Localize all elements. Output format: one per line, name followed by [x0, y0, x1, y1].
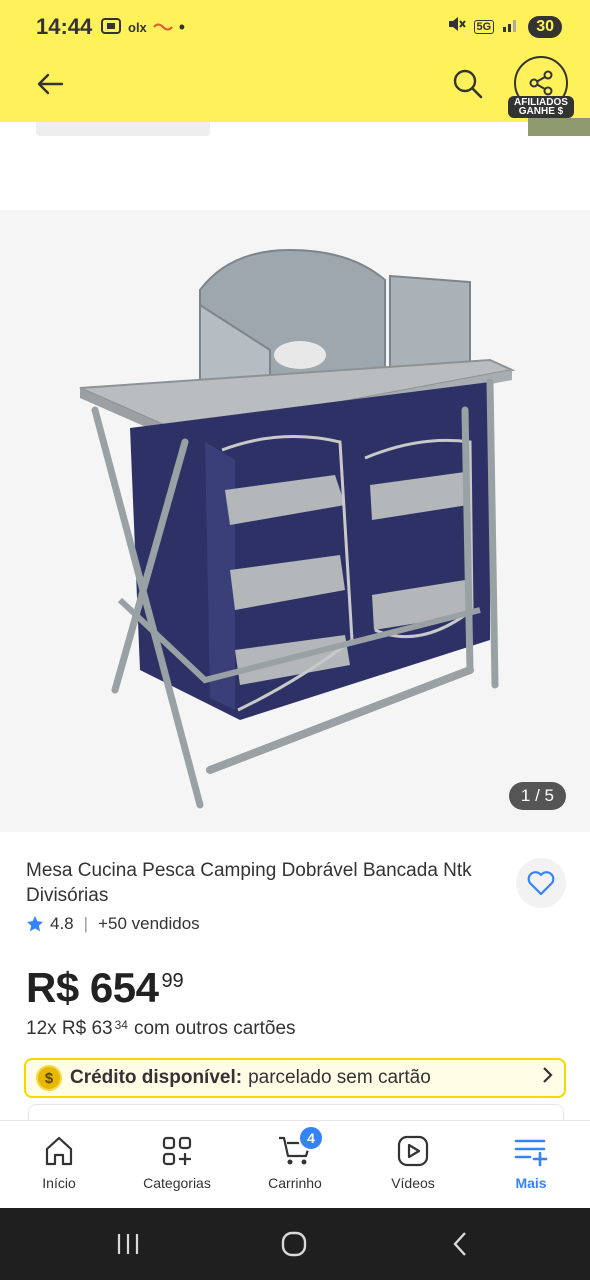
previous-card-edge [36, 122, 210, 136]
credit-banner-title: Crédito disponível: [70, 1067, 243, 1088]
nav-label-inicio: Início [42, 1175, 76, 1191]
rating-value: 4.8 [50, 914, 74, 933]
screenshot-icon [100, 16, 122, 39]
share-icon [529, 70, 553, 96]
search-icon [453, 69, 483, 99]
star-icon [26, 915, 44, 932]
installments-prefix: 12x R$ 63 [26, 1018, 113, 1039]
installments-cents: 34 [114, 1018, 128, 1032]
mute-icon [446, 14, 466, 39]
affiliate-badge[interactable]: AFILIADOS GANHE $ [508, 96, 574, 118]
status-bar: 14:44 olx • 5G 30 [0, 0, 590, 56]
price: R$ 654 99 [26, 964, 184, 1012]
rating-row[interactable]: 4.8 | +50 vendidos [26, 914, 200, 934]
product-title: Mesa Cucina Pesca Camping Dobrável Banca… [26, 860, 472, 906]
nav-item-inicio[interactable]: Início [0, 1121, 118, 1209]
recent-apps-button[interactable] [108, 1228, 148, 1260]
battery-indicator: 30 [528, 15, 562, 38]
app-screen: 14:44 olx • 5G 30 AFILIADOS GANHE $ 1 / … [0, 0, 590, 1280]
heart-icon [527, 871, 555, 896]
chevron-right-icon [542, 1066, 554, 1090]
grid-plus-icon [162, 1136, 192, 1166]
back-button[interactable] [30, 64, 70, 104]
favorite-button[interactable] [516, 858, 566, 908]
dot-icon: • [178, 17, 186, 37]
search-button[interactable] [446, 62, 490, 106]
credit-banner[interactable]: $ Crédito disponível: parcelado sem cart… [24, 1058, 566, 1098]
credit-banner-text: parcelado sem cartão [248, 1067, 431, 1088]
top-bar: 14:44 olx • 5G 30 AFILIADOS GANHE $ [0, 0, 590, 122]
installments-suffix: com outros cartões [133, 1018, 296, 1039]
status-left-icons: olx • [100, 16, 185, 39]
rating-separator: | [83, 914, 89, 933]
back-system-button[interactable] [440, 1228, 480, 1260]
nav-item-categorias[interactable]: Categorias [118, 1121, 236, 1209]
system-navigation-bar [0, 1208, 590, 1280]
play-icon [397, 1135, 429, 1167]
recent-apps-icon [117, 1234, 139, 1254]
price-main: R$ 654 [26, 964, 159, 1011]
nav-label-mais: Mais [515, 1175, 547, 1191]
nav-item-videos[interactable]: Vídeos [354, 1121, 472, 1209]
nav-label-carrinho: Carrinho [268, 1175, 322, 1191]
cart-badge: 4 [298, 1125, 324, 1151]
image-counter: 1 / 5 [508, 782, 566, 810]
installments: 12x R$ 63 34 com outros cartões [26, 1018, 296, 1040]
home-icon [45, 1136, 73, 1166]
olx-icon: olx [128, 20, 147, 35]
nav-item-mais[interactable]: Mais [472, 1121, 590, 1209]
home-circle-icon [281, 1231, 307, 1257]
5g-icon: 5G [473, 19, 495, 34]
nav-item-carrinho[interactable]: 4 Carrinho [236, 1121, 354, 1209]
chevron-left-icon [453, 1232, 466, 1256]
app-icon [153, 20, 173, 36]
status-right-icons: 5G 30 [446, 14, 562, 39]
bottom-navigation: Início Categorias 4 Carrinho Vídeos Mais [0, 1120, 590, 1208]
menu-plus-icon [514, 1139, 548, 1167]
home-system-button[interactable] [274, 1228, 314, 1260]
coin-icon: $ [36, 1065, 62, 1091]
nav-label-videos: Vídeos [391, 1175, 435, 1191]
thumbnail-edge [528, 118, 590, 136]
affiliate-label-line2: GANHE $ [518, 106, 564, 117]
product-image [79, 248, 516, 809]
price-cents: 99 [161, 970, 184, 992]
signal-icon [502, 15, 520, 38]
status-time: 14:44 [36, 14, 93, 39]
sold-count: +50 vendidos [98, 914, 200, 933]
product-gallery[interactable]: 1 / 5 [0, 210, 590, 832]
arrow-left-icon [37, 73, 64, 95]
nav-label-categorias: Categorias [143, 1175, 211, 1191]
